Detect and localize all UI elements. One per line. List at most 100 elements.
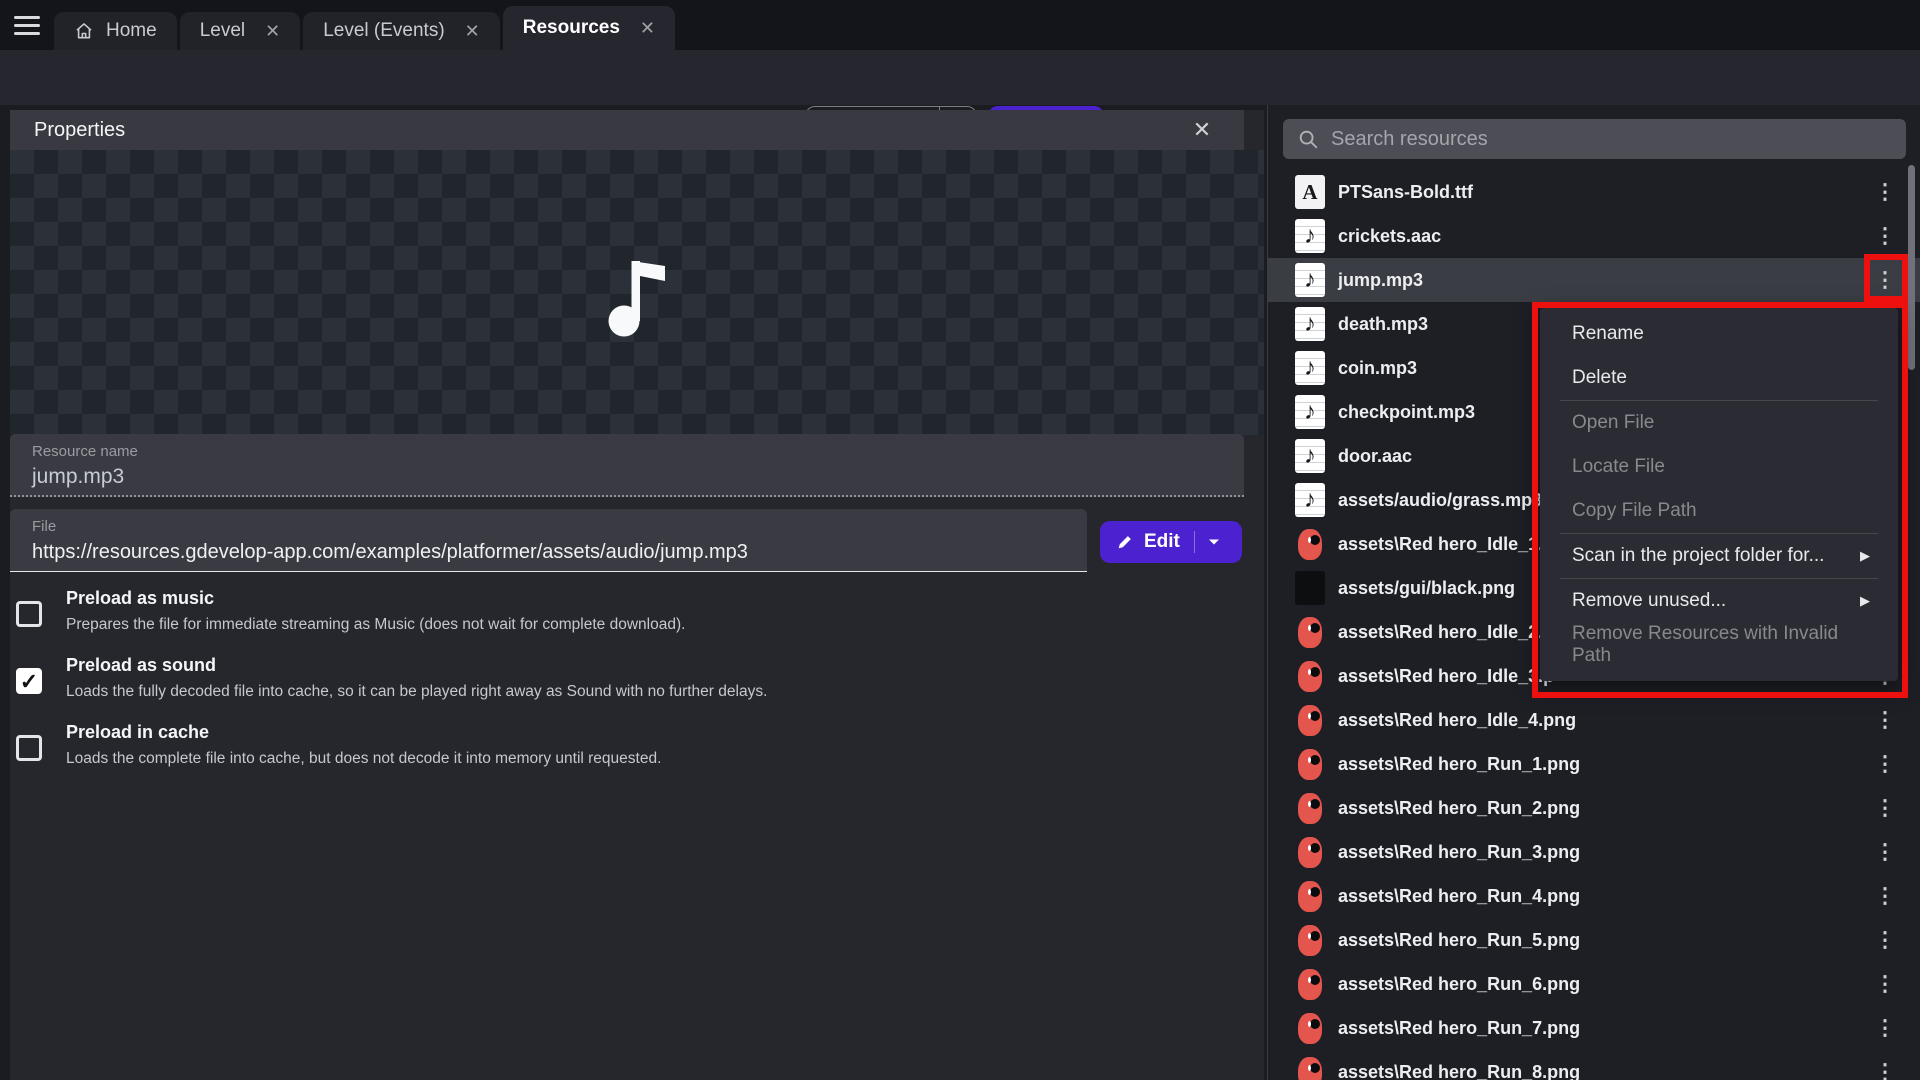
context-menu-item-scan-in-the-project-folder-for[interactable]: Scan in the project folder for...▶ xyxy=(1540,534,1898,578)
scrollbar-thumb[interactable] xyxy=(1908,165,1915,370)
menu-item-label: Scan in the project folder for... xyxy=(1572,545,1824,567)
kebab-menu-icon[interactable]: ⋮ xyxy=(1873,884,1897,909)
resource-name: door.aac xyxy=(1338,446,1412,467)
hero-file-icon xyxy=(1295,835,1325,869)
audio-file-icon: ♪ xyxy=(1295,351,1325,385)
context-menu-item-copy-file-path: Copy File Path xyxy=(1540,489,1898,533)
tab-home[interactable]: Home xyxy=(54,12,177,50)
menu-item-label: Open File xyxy=(1572,412,1654,434)
black-file-icon xyxy=(1295,571,1325,605)
properties-panel: Properties ✕ Resource name jump.mp3 File… xyxy=(10,110,1264,1080)
checkbox-label: Preload as sound xyxy=(66,655,1116,676)
edit-button[interactable]: Edit xyxy=(1100,521,1242,563)
resource-name: assets\Red hero_Idle_1.p xyxy=(1338,534,1554,555)
checkbox-unchecked[interactable] xyxy=(16,601,42,627)
context-menu-item-remove-unused[interactable]: Remove unused...▶ xyxy=(1540,579,1898,623)
tab-close-icon[interactable]: ✕ xyxy=(265,22,280,40)
preload-option-preload-as-sound: ✓Preload as soundLoads the fully decoded… xyxy=(16,655,1116,701)
audio-file-icon: ♪ xyxy=(1295,483,1325,517)
preload-option-preload-in-cache: Preload in cache Loads the complete file … xyxy=(16,722,1116,768)
search-input[interactable] xyxy=(1331,128,1871,151)
hero-file-icon xyxy=(1295,1055,1325,1080)
resource-name: assets\Red hero_Run_1.png xyxy=(1338,754,1580,775)
resource-name: assets\Red hero_Run_2.png xyxy=(1338,798,1580,819)
resource-row-crickets-aac[interactable]: ♪crickets.aac⋮ xyxy=(1268,214,1920,258)
resource-context-menu: RenameDelete Open File Locate File Copy Fil… xyxy=(1540,308,1898,681)
checkbox-unchecked[interactable] xyxy=(16,735,42,761)
tab-resources[interactable]: Resources ✕ xyxy=(503,6,675,50)
tab-label: Level xyxy=(200,20,245,42)
resource-row-assets-red-hero-run-5-png[interactable]: assets\Red hero_Run_5.png ⋮ xyxy=(1268,918,1920,962)
resource-row-assets-red-hero-run-6-png[interactable]: assets\Red hero_Run_6.png ⋮ xyxy=(1268,962,1920,1006)
music-note-icon xyxy=(601,247,673,339)
chevron-down-icon[interactable] xyxy=(1206,534,1222,550)
menu-item-label: Remove unused... xyxy=(1572,590,1726,612)
close-icon[interactable]: ✕ xyxy=(1190,118,1214,142)
kebab-menu-icon[interactable]: ⋮ xyxy=(1873,840,1897,865)
context-menu-item-rename[interactable]: Rename xyxy=(1540,312,1898,356)
tab-bar: Home Level ✕ Level (Events) ✕ Resources ✕ xyxy=(0,0,1920,50)
resource-row-assets-red-hero-run-1-png[interactable]: assets\Red hero_Run_1.png ⋮ xyxy=(1268,742,1920,786)
resource-name: assets\Red hero_Run_3.png xyxy=(1338,842,1580,863)
resource-row-jump-mp3[interactable]: ♪ jump.mp3 ⋮ xyxy=(1268,258,1920,302)
hero-file-icon xyxy=(1295,747,1325,781)
context-menu-item-remove-resources-with-invalid-path: Remove Resources with Invalid Path xyxy=(1540,623,1898,667)
hero-file-icon xyxy=(1295,967,1325,1001)
resource-row-ptsans-bold-ttf[interactable]: APTSans-Bold.ttf⋮ xyxy=(1268,170,1920,214)
kebab-menu-icon[interactable]: ⋮ xyxy=(1873,972,1897,997)
resource-row-assets-red-hero-run-4-png[interactable]: assets\Red hero_Run_4.png⋮ xyxy=(1268,874,1920,918)
kebab-menu-icon[interactable]: ⋮ xyxy=(1873,224,1897,249)
resource-name: assets\Red hero_Run_8.png xyxy=(1338,1062,1580,1080)
resource-name-field[interactable]: Resource name jump.mp3 xyxy=(10,434,1244,497)
home-icon xyxy=(74,21,94,41)
kebab-menu-icon[interactable]: ⋮ xyxy=(1873,268,1897,293)
hero-file-icon xyxy=(1295,659,1325,693)
tabs-container: Home Level ✕ Level (Events) ✕ Resources ✕ xyxy=(54,6,678,50)
hero-file-icon xyxy=(1295,879,1325,913)
resource-name: assets\Red hero_Run_5.png xyxy=(1338,930,1580,951)
resource-name: death.mp3 xyxy=(1338,314,1428,335)
kebab-menu-icon[interactable]: ⋮ xyxy=(1873,796,1897,821)
resource-row-assets-red-hero-idle-4-png[interactable]: assets\Red hero_Idle_4.png ⋮ xyxy=(1268,698,1920,742)
resource-row-assets-red-hero-run-8-png[interactable]: assets\Red hero_Run_8.png ⋮ xyxy=(1268,1050,1920,1080)
audio-file-icon: ♪ xyxy=(1295,263,1325,297)
resource-name: coin.mp3 xyxy=(1338,358,1417,379)
kebab-menu-icon[interactable]: ⋮ xyxy=(1873,1016,1897,1041)
preload-option-preload-as-music: Preload as musicPrepares the file for im… xyxy=(16,588,1116,634)
menu-item-label: Copy File Path xyxy=(1572,500,1697,522)
menu-item-label: Remove Resources with Invalid Path xyxy=(1572,623,1870,667)
tab-label: Level (Events) xyxy=(323,20,444,42)
kebab-menu-icon[interactable]: ⋮ xyxy=(1873,928,1897,953)
edit-split-divider xyxy=(1194,531,1195,553)
resource-row-assets-red-hero-run-7-png[interactable]: assets\Red hero_Run_7.png⋮ xyxy=(1268,1006,1920,1050)
kebab-menu-icon[interactable]: ⋮ xyxy=(1873,1060,1897,1080)
tab-close-icon[interactable]: ✕ xyxy=(640,19,655,37)
resource-row-assets-red-hero-run-2-png[interactable]: assets\Red hero_Run_2.png ⋮ xyxy=(1268,786,1920,830)
hero-file-icon xyxy=(1295,791,1325,825)
resource-name: assets\Red hero_Run_6.png xyxy=(1338,974,1580,995)
checkbox-label: Preload in cache xyxy=(66,722,1116,743)
audio-file-icon: ♪ xyxy=(1295,307,1325,341)
checkbox-checked[interactable]: ✓ xyxy=(16,668,42,694)
file-field[interactable]: File https://resources.gdevelop-app.com/… xyxy=(10,509,1087,572)
kebab-menu-icon[interactable]: ⋮ xyxy=(1873,752,1897,777)
context-menu-item-open-file: Open File xyxy=(1540,401,1898,445)
audio-file-icon: ♪ xyxy=(1295,219,1325,253)
context-menu-item-locate-file: Locate File xyxy=(1540,445,1898,489)
tab-level-events[interactable]: Level (Events) ✕ xyxy=(303,12,500,50)
resource-name: jump.mp3 xyxy=(1338,270,1423,291)
tab-close-icon[interactable]: ✕ xyxy=(465,22,480,40)
tab-label: Resources xyxy=(523,17,620,39)
pencil-icon xyxy=(1116,533,1134,551)
hero-file-icon xyxy=(1295,703,1325,737)
kebab-menu-icon[interactable]: ⋮ xyxy=(1873,180,1897,205)
kebab-menu-icon[interactable]: ⋮ xyxy=(1873,708,1897,733)
resource-row-assets-red-hero-run-3-png[interactable]: assets\Red hero_Run_3.png ⋮ xyxy=(1268,830,1920,874)
checkbox-label: Preload as music xyxy=(66,588,1116,609)
context-menu-item-delete[interactable]: Delete xyxy=(1540,356,1898,400)
hamburger-menu-icon[interactable] xyxy=(0,0,54,50)
hero-file-icon xyxy=(1295,615,1325,649)
checkbox-description: Loads the complete file into cache, but … xyxy=(66,750,1116,768)
tab-level[interactable]: Level ✕ xyxy=(180,12,301,50)
resource-name: assets\Red hero_Idle_4.png xyxy=(1338,710,1576,731)
